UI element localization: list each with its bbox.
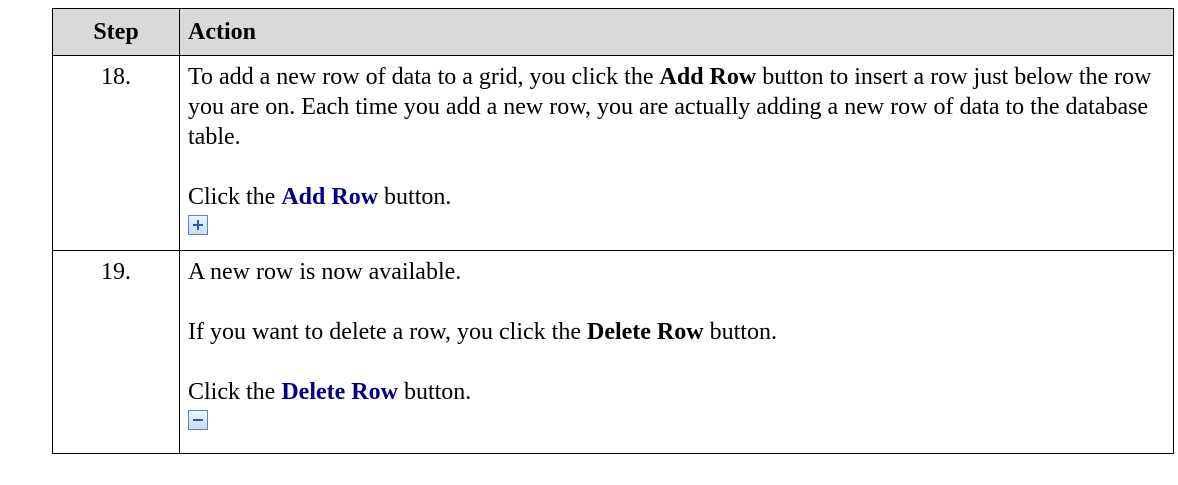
instruction-text: If you want to delete a row, you click t… bbox=[188, 319, 777, 345]
add-row-label: Add Row bbox=[281, 184, 379, 210]
click-instruction: Click the Add Row button. bbox=[188, 184, 452, 210]
add-row-icon[interactable] bbox=[188, 215, 208, 235]
bold-term: Delete Row bbox=[586, 319, 704, 345]
header-step: Step bbox=[52, 8, 180, 56]
step-number: 18. bbox=[52, 55, 180, 251]
delete-row-icon[interactable] bbox=[188, 410, 208, 430]
table-row: 19. A new row is now available. If you w… bbox=[52, 250, 1174, 454]
instruction-text: To add a new row of data to a grid, you … bbox=[188, 64, 1152, 150]
click-instruction: Click the Delete Row button. bbox=[188, 379, 472, 405]
table-row: 18. To add a new row of data to a grid, … bbox=[52, 55, 1174, 251]
bold-term: Add Row bbox=[659, 64, 757, 90]
steps-table: Step Action 18. To add a new row of data… bbox=[52, 8, 1174, 454]
header-action: Action bbox=[179, 8, 1174, 56]
step-number: 19. bbox=[52, 250, 180, 454]
action-cell: A new row is now available. If you want … bbox=[179, 250, 1174, 454]
action-cell: To add a new row of data to a grid, you … bbox=[179, 55, 1174, 251]
delete-row-label: Delete Row bbox=[281, 379, 398, 405]
header-row: Step Action bbox=[52, 8, 1174, 56]
instruction-text: A new row is now available. bbox=[188, 259, 462, 285]
